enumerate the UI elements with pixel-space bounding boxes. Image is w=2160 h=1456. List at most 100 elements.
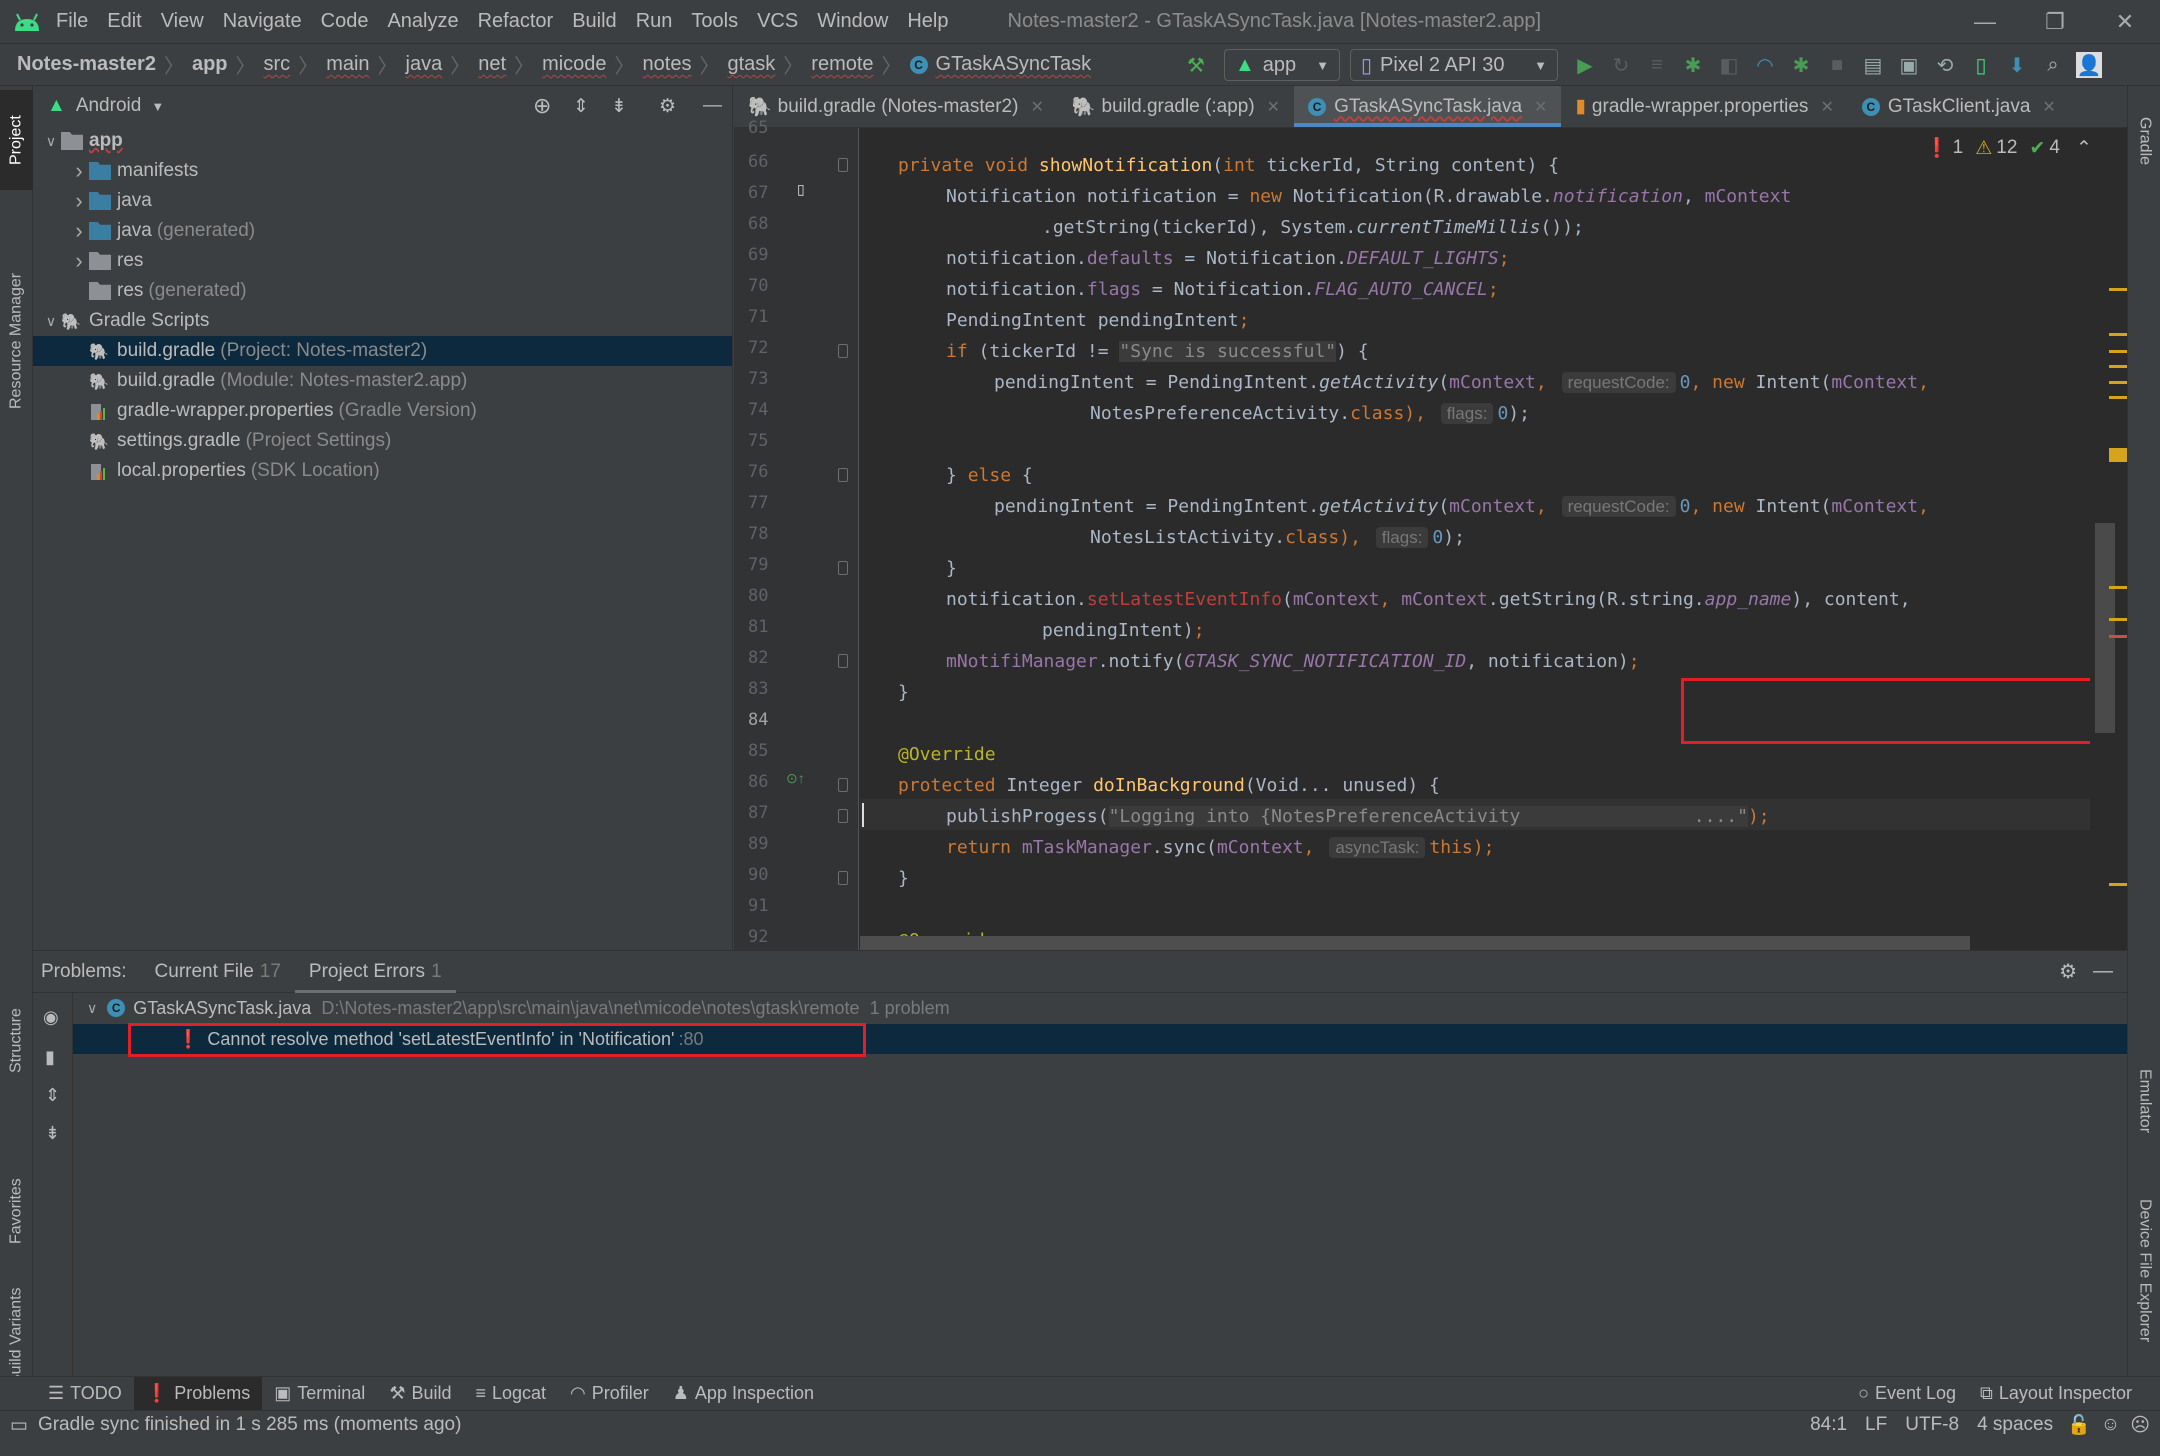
- resource-manager-tool-tab[interactable]: Resource Manager: [0, 206, 33, 476]
- preview-icon[interactable]: ▮: [45, 1047, 55, 1068]
- breadcrumb-item[interactable]: GTaskASyncTask: [936, 53, 1092, 76]
- line-number[interactable]: 85: [748, 741, 788, 761]
- scrollbar-marker[interactable]: [2109, 586, 2127, 589]
- fold-marker-icon[interactable]: [838, 778, 848, 792]
- sdk-manager-icon[interactable]: ⬇: [2004, 52, 2030, 78]
- logcat-tab[interactable]: ≡ Logcat: [463, 1377, 558, 1411]
- tab-gtaskasynctask[interactable]: C GTaskASyncTask.java ✕: [1294, 86, 1562, 127]
- tab-gtaskclient[interactable]: C GTaskClient.java ✕: [1848, 86, 2070, 127]
- tree-item[interactable]: › manifests: [33, 156, 732, 186]
- scrollbar-marker[interactable]: [2109, 635, 2127, 638]
- menu-navigate[interactable]: Navigate: [223, 10, 302, 33]
- line-number[interactable]: 73: [748, 369, 788, 389]
- hide-icon[interactable]: —: [703, 95, 722, 117]
- menu-refactor[interactable]: Refactor: [478, 10, 554, 33]
- profile-icon[interactable]: ◠: [1752, 52, 1778, 78]
- code-line[interactable]: NotesListActivity.class), flags: 0);: [1090, 522, 1465, 553]
- scrollbar-marker[interactable]: [2109, 381, 2127, 384]
- smiley-feedback-icon[interactable]: ☺: [2101, 1414, 2120, 1436]
- fold-marker-icon[interactable]: [838, 809, 848, 823]
- chevron-down-icon[interactable]: ∨: [41, 313, 61, 330]
- code-line[interactable]: pendingIntent);: [1042, 615, 1205, 646]
- expand-all-icon[interactable]: ⇕: [45, 1085, 60, 1106]
- chevron-right-icon[interactable]: ›: [69, 248, 89, 274]
- breadcrumb-item[interactable]: main: [326, 53, 369, 76]
- project-structure-icon[interactable]: ▤: [1860, 52, 1886, 78]
- code-line[interactable]: }: [898, 863, 909, 894]
- tree-item[interactable]: › java: [33, 186, 732, 216]
- lock-icon[interactable]: 🔓: [2067, 1413, 2091, 1437]
- scrollbar-marker[interactable]: [2109, 365, 2127, 368]
- project-tool-tab[interactable]: Project: [0, 90, 33, 190]
- tree-item[interactable]: 🐘 settings.gradle (Project Settings): [33, 426, 732, 456]
- attach-debugger-icon[interactable]: ◧: [1716, 52, 1742, 78]
- line-number[interactable]: 65: [748, 118, 788, 138]
- menu-build[interactable]: Build: [572, 10, 616, 33]
- menu-run[interactable]: Run: [636, 10, 673, 33]
- apply-changes-icon[interactable]: ↻: [1608, 52, 1634, 78]
- code-line[interactable]: private void showNotification(int ticker…: [898, 150, 1559, 181]
- tree-item[interactable]: › res: [33, 246, 732, 276]
- bookmark-icon[interactable]: ▯: [797, 181, 805, 198]
- problem-file-row[interactable]: ∨ C GTaskASyncTask.java D:\Notes-master2…: [73, 993, 2127, 1023]
- sync-gradle-icon[interactable]: ⟲: [1932, 52, 1958, 78]
- tree-item[interactable]: ∨ 🐘 Gradle Scripts: [33, 306, 732, 336]
- line-number[interactable]: 91: [748, 896, 788, 916]
- code-line[interactable]: @Override: [898, 739, 996, 770]
- code-line[interactable]: mNotifiManager.notify(GTASK_SYNC_NOTIFIC…: [946, 646, 1640, 677]
- file-encoding[interactable]: UTF-8: [1905, 1414, 1959, 1436]
- minimize-button[interactable]: —: [1955, 0, 2015, 44]
- indent-setting[interactable]: 4 spaces: [1977, 1414, 2053, 1436]
- fold-marker-icon[interactable]: [838, 561, 848, 575]
- tab-project-errors[interactable]: Project Errors 1: [294, 951, 456, 993]
- tree-item[interactable]: local.properties (SDK Location): [33, 456, 732, 486]
- menu-edit[interactable]: Edit: [107, 10, 141, 33]
- line-number[interactable]: 87: [748, 803, 788, 823]
- close-tab-icon[interactable]: ✕: [1030, 97, 1043, 117]
- scrollbar-marker[interactable]: [2109, 350, 2127, 353]
- menu-view[interactable]: View: [161, 10, 204, 33]
- device-dropdown[interactable]: ▯ Pixel 2 API 30 ▼: [1350, 49, 1558, 81]
- view-mode-dropdown[interactable]: Android: [76, 95, 142, 117]
- line-number[interactable]: 83: [748, 679, 788, 699]
- close-tab-icon[interactable]: ✕: [1534, 97, 1547, 117]
- breadcrumb-item[interactable]: Notes-master2: [17, 53, 156, 76]
- breadcrumb-item[interactable]: net: [478, 53, 506, 76]
- status-message[interactable]: Gradle sync finished in 1 s 285 ms (mome…: [38, 1414, 461, 1436]
- toggle-tool-windows-icon[interactable]: ▭: [10, 1414, 28, 1437]
- code-line[interactable]: protected Integer doInBackground(Void...…: [898, 770, 1440, 801]
- chevron-right-icon[interactable]: ›: [69, 188, 89, 214]
- line-number[interactable]: 81: [748, 617, 788, 637]
- locate-icon[interactable]: ⊕: [533, 93, 551, 119]
- line-number[interactable]: 77: [748, 493, 788, 513]
- code-line[interactable]: PendingIntent pendingIntent;: [946, 305, 1249, 336]
- menu-help[interactable]: Help: [907, 10, 948, 33]
- breadcrumb-item[interactable]: app: [192, 53, 228, 76]
- code-line[interactable]: } else {: [946, 460, 1033, 491]
- tab-gradle-wrapper-properties[interactable]: ▮ gradle-wrapper.properties ✕: [1561, 86, 1847, 127]
- line-number[interactable]: 80: [748, 586, 788, 606]
- event-log-tab[interactable]: ○ Event Log: [1846, 1377, 1968, 1411]
- gear-icon[interactable]: ⚙: [659, 95, 676, 118]
- code-line[interactable]: NotesPreferenceActivity.class), flags: 0)…: [1090, 398, 1530, 429]
- line-number[interactable]: 70: [748, 276, 788, 296]
- line-number[interactable]: 76: [748, 462, 788, 482]
- code-line[interactable]: notification.flags = Notification.FLAG_A…: [946, 274, 1499, 305]
- chevron-down-icon[interactable]: ∨: [87, 1000, 97, 1017]
- code-line[interactable]: }: [946, 553, 957, 584]
- hide-icon[interactable]: —: [2093, 960, 2113, 983]
- scrollbar-marker[interactable]: [2109, 333, 2127, 336]
- line-number[interactable]: 74: [748, 400, 788, 420]
- code-area[interactable]: private void showNotification(int ticker…: [860, 128, 2090, 950]
- app-inspection-tab[interactable]: ♟ App Inspection: [661, 1377, 826, 1411]
- menu-tools[interactable]: Tools: [691, 10, 738, 33]
- line-number[interactable]: 69: [748, 245, 788, 265]
- fold-marker-icon[interactable]: [838, 468, 848, 482]
- line-number[interactable]: 86: [748, 772, 788, 792]
- tree-item[interactable]: 🐘 build.gradle (Project: Notes-master2): [33, 336, 732, 366]
- code-line[interactable]: notification.defaults = Notification.DEF…: [946, 243, 1510, 274]
- breadcrumb-item[interactable]: java: [406, 53, 443, 76]
- tree-item[interactable]: ∨ app: [33, 126, 732, 156]
- code-line[interactable]: return mTaskManager.sync(mContext, async…: [946, 832, 1494, 863]
- line-number[interactable]: 75: [748, 431, 788, 451]
